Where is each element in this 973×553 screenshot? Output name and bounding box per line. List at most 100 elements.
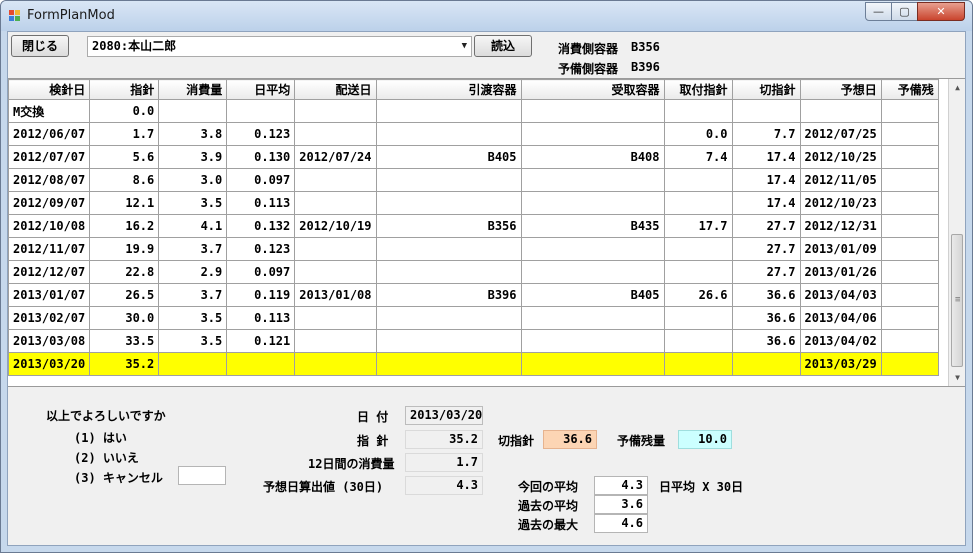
table-cell[interactable]: 0.113	[226, 306, 296, 330]
table-cell[interactable]	[880, 145, 939, 169]
table-cell[interactable]: 7.4	[663, 145, 733, 169]
table-cell[interactable]: 2012/09/07	[8, 191, 91, 215]
table-cell[interactable]	[880, 237, 939, 261]
table-cell[interactable]	[880, 352, 939, 376]
table-row[interactable]: 2012/08/07 8.6 3.0 0.097 17.4 2012/11/05	[8, 168, 939, 192]
table-cell[interactable]	[880, 214, 939, 238]
table-cell[interactable]: 27.7	[731, 214, 801, 238]
table-cell[interactable]: 2013/03/20	[8, 352, 91, 376]
table-cell[interactable]	[294, 306, 377, 330]
table-cell[interactable]: 2012/10/25	[799, 145, 882, 169]
table-cell[interactable]	[375, 168, 522, 192]
table-row[interactable]: 2012/11/07 19.9 3.7 0.123 27.7 2013/01/09	[8, 237, 939, 261]
table-row[interactable]: 2012/12/07 22.8 2.9 0.097 27.7 2013/01/26	[8, 260, 939, 284]
table-cell[interactable]	[799, 99, 882, 123]
table-cell[interactable]: 2012/07/07	[8, 145, 91, 169]
table-cell[interactable]: M交換	[8, 99, 91, 123]
table-cell[interactable]: 2013/03/08	[8, 329, 91, 353]
table-cell[interactable]: 2012/11/05	[799, 168, 882, 192]
customer-combobox[interactable]: 2080:本山二郎 ▼	[87, 36, 472, 57]
table-cell[interactable]: 26.6	[663, 283, 733, 307]
table-cell[interactable]	[375, 260, 522, 284]
column-header-received-container[interactable]: 受取容器	[520, 79, 665, 100]
table-cell[interactable]: 0.0	[663, 122, 733, 146]
maximize-button[interactable]: ▢	[891, 2, 918, 21]
table-cell[interactable]: 17.4	[731, 168, 801, 192]
column-header-delivery-date[interactable]: 配送日	[294, 79, 377, 100]
chevron-down-icon[interactable]: ▼	[462, 37, 467, 56]
table-cell[interactable]	[294, 260, 377, 284]
table-cell[interactable]: 36.6	[731, 329, 801, 353]
table-cell[interactable]	[520, 237, 665, 261]
table-cell[interactable]: 17.4	[731, 191, 801, 215]
table-cell[interactable]	[880, 191, 939, 215]
table-cell[interactable]	[663, 168, 733, 192]
table-cell[interactable]	[375, 191, 522, 215]
table-cell[interactable]: 0.123	[226, 237, 296, 261]
table-cell[interactable]	[520, 352, 665, 376]
table-cell[interactable]: 0.121	[226, 329, 296, 353]
table-cell[interactable]	[520, 122, 665, 146]
table-cell[interactable]	[375, 99, 522, 123]
table-cell[interactable]: 2012/07/24	[294, 145, 377, 169]
table-cell[interactable]: 2012/12/07	[8, 260, 91, 284]
minimize-button[interactable]: —	[865, 2, 892, 21]
table-cell[interactable]	[294, 99, 377, 123]
table-cell[interactable]: 3.5	[158, 329, 228, 353]
column-header-forecast-date[interactable]: 予想日	[799, 79, 882, 100]
table-cell[interactable]: 3.8	[158, 122, 228, 146]
table-row[interactable]: 2013/03/20 35.2 2013/03/29	[8, 352, 939, 376]
table-cell[interactable]: B408	[520, 145, 665, 169]
table-cell[interactable]: B356	[375, 214, 522, 238]
column-header-spare-remaining[interactable]: 予備残	[880, 79, 939, 100]
table-cell[interactable]	[375, 306, 522, 330]
table-cell[interactable]	[294, 352, 377, 376]
table-cell[interactable]: 19.9	[89, 237, 160, 261]
table-cell[interactable]: 2012/06/07	[8, 122, 91, 146]
table-cell[interactable]	[663, 329, 733, 353]
table-cell[interactable]: B405	[520, 283, 665, 307]
table-cell[interactable]	[731, 99, 801, 123]
table-cell[interactable]: 2012/10/23	[799, 191, 882, 215]
table-cell[interactable]: 2012/12/31	[799, 214, 882, 238]
table-cell[interactable]	[520, 306, 665, 330]
table-row[interactable]: 2013/03/08 33.5 3.5 0.121 36.6 2013/04/02	[8, 329, 939, 353]
table-row[interactable]: 2012/09/07 12.1 3.5 0.113 17.4 2012/10/23	[8, 191, 939, 215]
table-cell[interactable]	[294, 191, 377, 215]
table-cell[interactable]: 0.123	[226, 122, 296, 146]
table-cell[interactable]: 2013/04/03	[799, 283, 882, 307]
column-header-install-reading[interactable]: 取付指針	[663, 79, 733, 100]
table-cell[interactable]	[294, 168, 377, 192]
table-cell[interactable]	[158, 352, 228, 376]
table-row[interactable]: 2012/06/07 1.7 3.8 0.123 0.0 7.7 2012/07/25	[8, 122, 939, 146]
table-cell[interactable]	[294, 122, 377, 146]
table-cell[interactable]	[158, 99, 228, 123]
table-cell[interactable]: 0.132	[226, 214, 296, 238]
column-header-reading[interactable]: 指針	[89, 79, 160, 100]
column-header-inspection-date[interactable]: 検針日	[8, 79, 91, 100]
table-cell[interactable]	[880, 122, 939, 146]
table-cell[interactable]: 30.0	[89, 306, 160, 330]
table-cell[interactable]: 3.7	[158, 237, 228, 261]
table-cell[interactable]	[663, 237, 733, 261]
scroll-up-icon[interactable]: ▲	[949, 79, 965, 96]
table-cell[interactable]: B435	[520, 214, 665, 238]
table-row[interactable]: 2013/02/07 30.0 3.5 0.113 36.6 2013/04/06	[8, 306, 939, 330]
table-cell[interactable]: 2013/04/02	[799, 329, 882, 353]
table-cell[interactable]	[294, 329, 377, 353]
table-cell[interactable]: 2013/02/07	[8, 306, 91, 330]
table-cell[interactable]: 5.6	[89, 145, 160, 169]
table-cell[interactable]: 3.5	[158, 191, 228, 215]
table-cell[interactable]: 17.4	[731, 145, 801, 169]
table-cell[interactable]	[880, 260, 939, 284]
table-row[interactable]: 2012/10/08 16.2 4.1 0.132 2012/10/19 B356 B435…	[8, 214, 939, 238]
table-cell[interactable]	[294, 237, 377, 261]
table-cell[interactable]	[880, 99, 939, 123]
table-cell[interactable]: 2012/11/07	[8, 237, 91, 261]
table-cell[interactable]: 2.9	[158, 260, 228, 284]
table-cell[interactable]	[880, 306, 939, 330]
table-cell[interactable]	[663, 191, 733, 215]
table-cell[interactable]: 22.8	[89, 260, 160, 284]
table-cell[interactable]	[226, 99, 296, 123]
choice-input[interactable]	[178, 466, 226, 485]
